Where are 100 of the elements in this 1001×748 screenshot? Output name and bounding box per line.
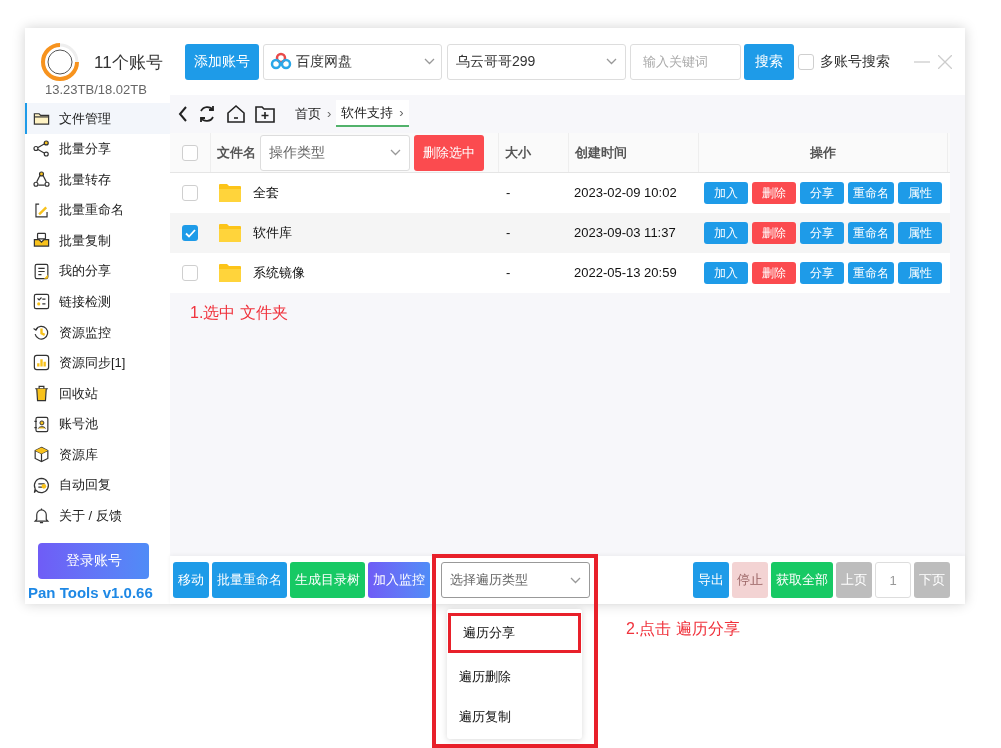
chevron-down-icon	[424, 58, 435, 65]
sidebar-item[interactable]: 账号池	[25, 408, 170, 440]
dropdown-option[interactable]: 遍历删除	[447, 657, 582, 697]
breadcrumb-item[interactable]: 软件支持 ›	[336, 100, 409, 127]
row-action-button[interactable]: 重命名	[848, 222, 894, 244]
dropdown-option[interactable]: 遍历复制	[447, 697, 582, 737]
sidebar-item[interactable]: 我的分享	[25, 255, 170, 287]
account-select[interactable]: 乌云哥哥299	[447, 43, 626, 80]
sidebar-item[interactable]: 文件管理	[25, 103, 170, 134]
chevron-separator: ›	[399, 103, 404, 122]
sidebar-item[interactable]: 批量复制	[25, 225, 170, 256]
toolbar-button[interactable]: 移动	[173, 562, 209, 598]
nodes-triangle-icon	[32, 169, 51, 189]
account-count: 11个账号	[94, 52, 163, 74]
document-icon	[32, 261, 51, 281]
file-size: -	[506, 225, 511, 241]
sidebar-item[interactable]: 自动回复	[25, 469, 170, 501]
toolbar-button[interactable]: 加入监控	[368, 562, 430, 598]
row-action-button[interactable]: 加入	[704, 182, 748, 204]
sidebar-item[interactable]: 批量重命名	[25, 194, 170, 226]
created-time: 2023-02-09 10:02	[574, 185, 677, 201]
row-action-button[interactable]: 重命名	[848, 262, 894, 284]
sidebar-item[interactable]: 批量分享	[25, 133, 170, 165]
row-action-button[interactable]: 分享	[800, 222, 844, 244]
breadcrumb-item[interactable]: 首页 ›	[290, 100, 337, 127]
row-action-button[interactable]: 加入	[704, 222, 748, 244]
created-time: 2022-05-13 20:59	[574, 265, 677, 281]
annotation-text: 2.点击 遍历分享	[626, 619, 740, 639]
toolbar-button[interactable]: 生成目录树	[290, 562, 365, 598]
multi-account-search-label: 多账号搜索	[820, 52, 890, 71]
row-action-button[interactable]: 加入	[704, 262, 748, 284]
share-nodes-icon	[32, 139, 51, 159]
checklist-icon	[32, 292, 51, 312]
table-row[interactable]: 软件库 - 2023-09-03 11:37 加入 删除 分享 重命名 属性	[170, 213, 950, 253]
traverse-type-select[interactable]: 选择遍历类型	[441, 562, 590, 598]
chevron-separator: ›	[327, 104, 332, 123]
id-card-icon	[32, 414, 51, 434]
column-header: 创建时间	[575, 143, 627, 162]
storage-usage: 13.23TB/18.02TB	[45, 83, 147, 96]
toolbar-button[interactable]: 导出	[693, 562, 729, 598]
checkbox[interactable]	[182, 144, 198, 161]
operation-type-select[interactable]: 操作类型	[260, 134, 410, 171]
file-size: -	[506, 185, 511, 201]
sidebar-item[interactable]: 批量转存	[25, 164, 170, 195]
sidebar-item[interactable]: 链接检测	[25, 286, 170, 318]
column-header: 文件名	[217, 143, 256, 162]
column-header: 大小	[505, 143, 531, 162]
chevron-down-icon	[570, 576, 581, 584]
sidebar-item[interactable]: 资源同步[1]	[25, 347, 170, 379]
folder-icon	[218, 223, 242, 243]
home-icon[interactable]	[226, 103, 246, 124]
table-row[interactable]: 系统镜像 - 2022-05-13 20:59 加入 删除 分享 重命名 属性	[170, 253, 950, 293]
checkbox[interactable]	[182, 265, 198, 281]
toolbar-button[interactable]: 批量重命名	[212, 562, 287, 598]
minimize-icon[interactable]	[914, 60, 930, 63]
row-action-button[interactable]: 删除	[752, 222, 796, 244]
sidebar-item[interactable]: 资源库	[25, 439, 170, 470]
checkbox[interactable]	[182, 225, 198, 241]
refresh-icon[interactable]	[197, 103, 217, 124]
back-icon[interactable]	[178, 105, 188, 122]
table-row[interactable]: 全套 - 2023-02-09 10:02 加入 删除 分享 重命名 属性	[170, 173, 950, 213]
file-name: 全套	[253, 184, 279, 203]
logo-icon	[40, 42, 80, 82]
row-action-button[interactable]: 分享	[800, 262, 844, 284]
file-name: 软件库	[253, 224, 292, 243]
login-button[interactable]: 登录账号	[38, 543, 149, 579]
add-account-button[interactable]: 添加账号	[185, 43, 259, 80]
column-header: 操作	[810, 143, 836, 162]
row-action-button[interactable]: 属性	[898, 222, 942, 244]
keyword-search-field[interactable]: 输入关键词	[630, 43, 741, 80]
bar-chart-icon	[32, 353, 51, 373]
row-action-button[interactable]: 删除	[752, 262, 796, 284]
chevron-down-icon	[390, 149, 401, 156]
toolbar-button[interactable]: 获取全部	[771, 562, 833, 598]
checkbox[interactable]	[182, 185, 198, 201]
created-time: 2023-09-03 11:37	[574, 225, 676, 241]
sidebar-item[interactable]: 资源监控	[25, 317, 170, 348]
checkbox[interactable]	[798, 53, 814, 70]
new-folder-icon[interactable]	[255, 104, 275, 123]
row-action-button[interactable]: 属性	[898, 182, 942, 204]
row-action-button[interactable]: 删除	[752, 182, 796, 204]
file-size: -	[506, 265, 511, 281]
file-name: 系统镜像	[253, 264, 305, 283]
row-action-button[interactable]: 重命名	[848, 182, 894, 204]
page-number-field[interactable]: 1	[875, 562, 911, 598]
annotation-text: 1.选中 文件夹	[190, 304, 288, 321]
chat-bubble-icon	[32, 475, 51, 495]
trash-icon	[32, 384, 51, 403]
dropdown-option[interactable]: 遍历分享	[448, 613, 581, 653]
drive-select[interactable]: 百度网盘	[263, 43, 442, 80]
search-button[interactable]: 搜索	[744, 43, 794, 80]
sidebar-item[interactable]: 回收站	[25, 378, 170, 409]
chevron-down-icon	[606, 58, 617, 65]
sidebar-item[interactable]: 关于 / 反馈	[25, 500, 170, 532]
row-action-button[interactable]: 分享	[800, 182, 844, 204]
version-label: Pan Tools v1.0.66	[28, 582, 154, 603]
row-action-button[interactable]: 属性	[898, 262, 942, 284]
delete-selected-button[interactable]: 删除选中	[414, 134, 484, 171]
close-icon[interactable]	[938, 54, 952, 69]
folder-icon	[218, 263, 242, 283]
